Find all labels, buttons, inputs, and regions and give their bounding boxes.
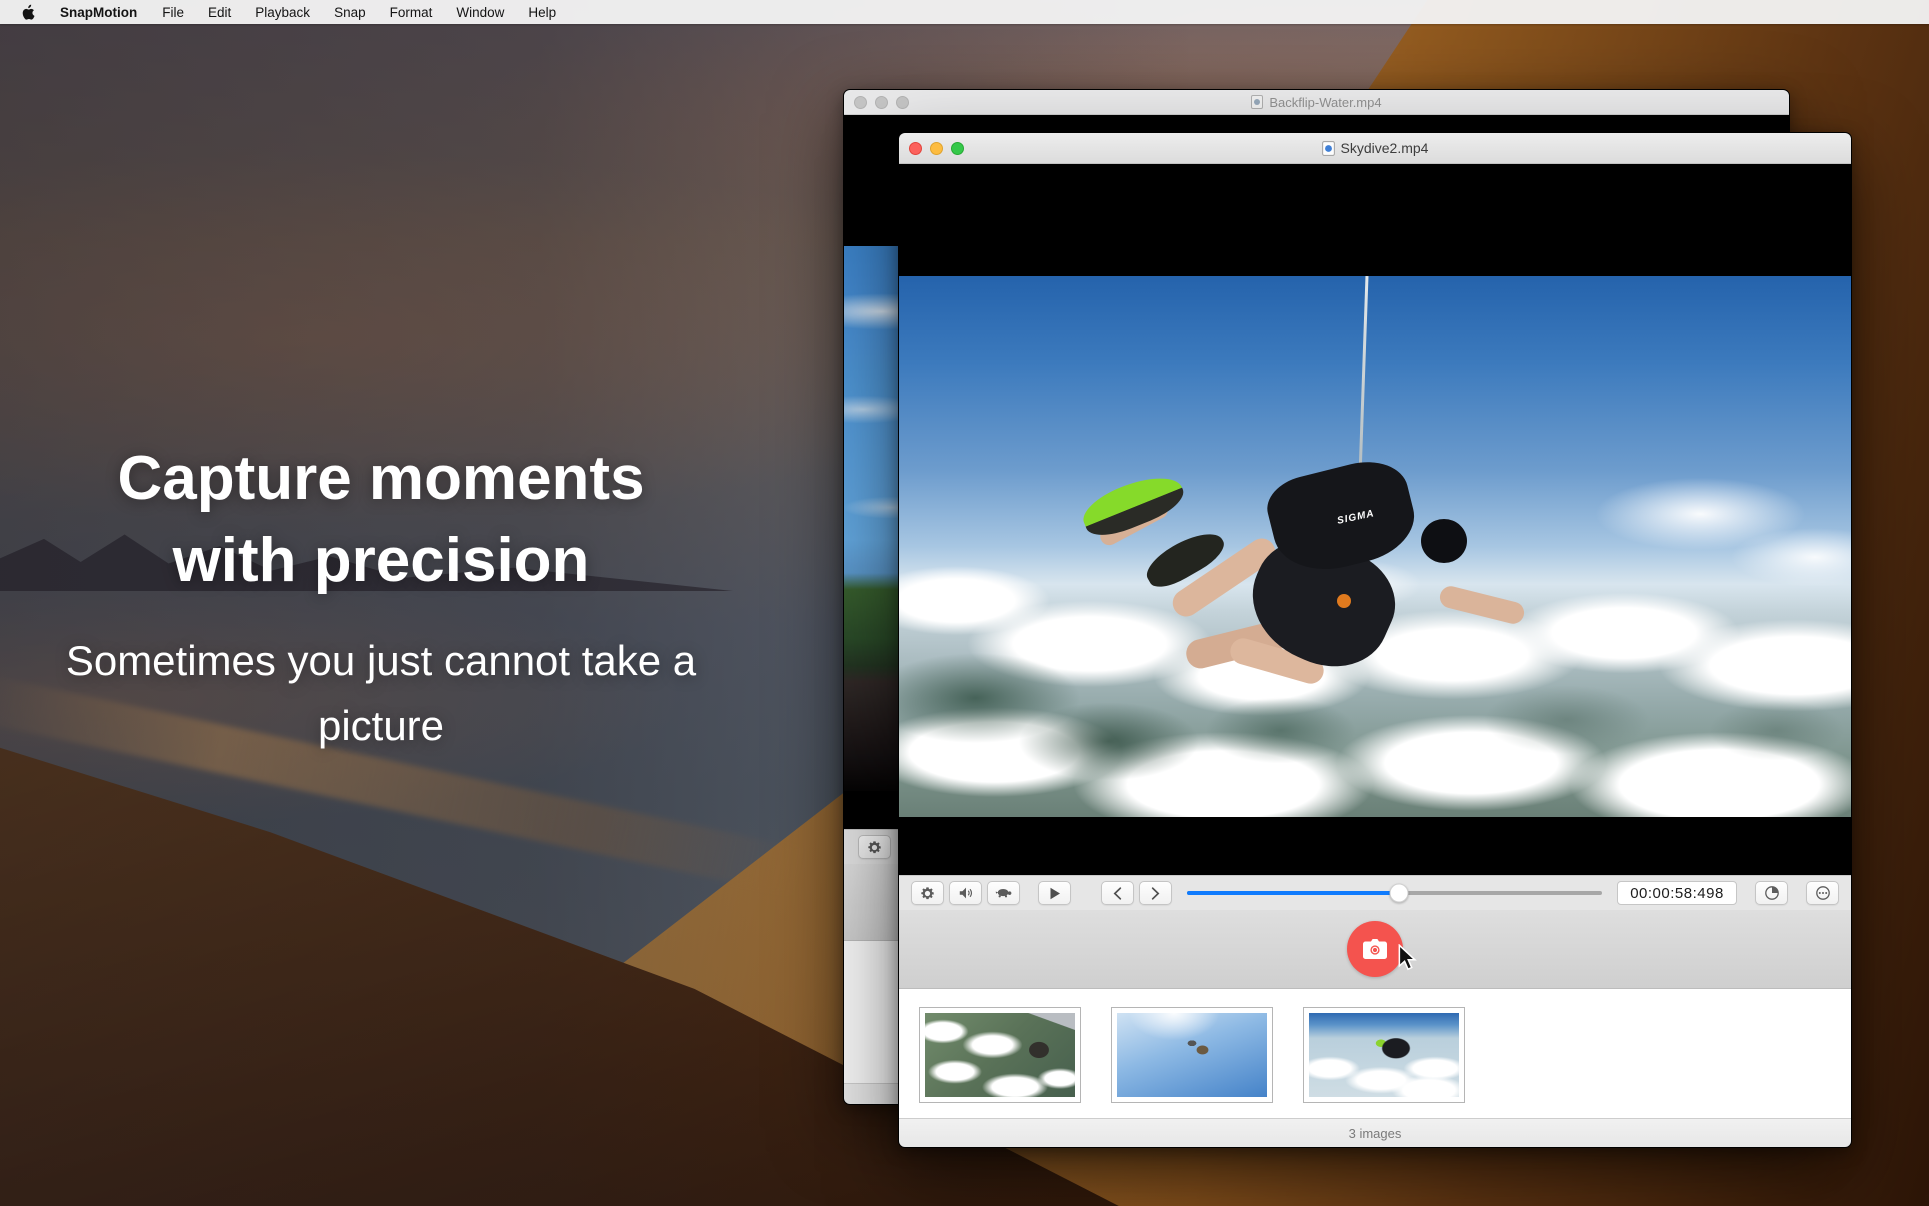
timecode-field[interactable]: 00:00:58:498 bbox=[1617, 881, 1737, 905]
thumbnail-2-image bbox=[1117, 1013, 1267, 1097]
close-button[interactable] bbox=[909, 142, 922, 155]
time-format-clock-button[interactable] bbox=[1755, 881, 1788, 905]
ripcord-handle bbox=[1337, 594, 1351, 608]
menu-item-edit[interactable]: Edit bbox=[196, 5, 243, 20]
desktop: SnapMotion File Edit Playback Snap Forma… bbox=[0, 0, 1929, 1206]
capture-area bbox=[899, 910, 1851, 989]
image-count-label: 3 images bbox=[1349, 1126, 1402, 1141]
thumbnail-3[interactable] bbox=[1303, 1007, 1465, 1103]
back-traffic-lights bbox=[854, 90, 909, 114]
previous-frame-button[interactable] bbox=[1101, 881, 1134, 905]
minimize-button[interactable] bbox=[875, 96, 888, 109]
slider-knob[interactable] bbox=[1389, 884, 1408, 903]
thumbnail-1-image bbox=[925, 1013, 1075, 1097]
front-window-title-text: Skydive2.mp4 bbox=[1341, 140, 1429, 156]
playback-controls-bar: 00:00:58:498 bbox=[899, 875, 1851, 910]
hero-subtitle: Sometimes you just cannot take a picture bbox=[0, 628, 762, 758]
close-button[interactable] bbox=[854, 96, 867, 109]
hero-title: Capture moments with precision bbox=[0, 438, 762, 602]
mouse-cursor bbox=[1394, 944, 1420, 972]
timeline-slider[interactable] bbox=[1187, 881, 1602, 905]
apple-menu-icon[interactable] bbox=[0, 4, 47, 21]
front-traffic-lights bbox=[909, 133, 964, 163]
zoom-button[interactable] bbox=[951, 142, 964, 155]
menu-item-file[interactable]: File bbox=[150, 5, 196, 20]
back-window-title-text: Backflip-Water.mp4 bbox=[1269, 95, 1381, 110]
menu-item-snapmotion[interactable]: SnapMotion bbox=[47, 5, 150, 20]
minimize-button[interactable] bbox=[930, 142, 943, 155]
zoom-button[interactable] bbox=[896, 96, 909, 109]
menu-item-snap[interactable]: Snap bbox=[322, 5, 378, 20]
video-still: SIGMA bbox=[899, 276, 1851, 817]
next-frame-button[interactable] bbox=[1139, 881, 1172, 905]
back-window-title: Backflip-Water.mp4 bbox=[1251, 95, 1381, 110]
menu-item-playback[interactable]: Playback bbox=[243, 5, 322, 20]
window-skydive2: Skydive2.mp4 SIGMA bbox=[898, 132, 1852, 1148]
menu-bar: SnapMotion File Edit Playback Snap Forma… bbox=[0, 0, 1929, 24]
play-button[interactable] bbox=[1038, 881, 1071, 905]
menu-item-format[interactable]: Format bbox=[378, 5, 445, 20]
hero-text-block: Capture moments with precision Sometimes… bbox=[0, 438, 762, 758]
video-frame: SIGMA bbox=[899, 164, 1851, 875]
menu-item-help[interactable]: Help bbox=[516, 5, 568, 20]
thumbnail-1[interactable] bbox=[919, 1007, 1081, 1103]
thumbnail-2[interactable] bbox=[1111, 1007, 1273, 1103]
volume-button[interactable] bbox=[949, 881, 982, 905]
skydiver-helmet bbox=[1421, 519, 1467, 563]
back-window-titlebar[interactable]: Backflip-Water.mp4 bbox=[844, 90, 1789, 115]
more-options-button[interactable] bbox=[1806, 881, 1839, 905]
snapshot-thumbnails-strip bbox=[899, 989, 1851, 1118]
image-count-footer: 3 images bbox=[899, 1118, 1851, 1147]
slider-progress-fill bbox=[1187, 891, 1399, 895]
settings-button[interactable] bbox=[858, 835, 891, 859]
front-window-titlebar[interactable]: Skydive2.mp4 bbox=[899, 133, 1851, 164]
front-window-title: Skydive2.mp4 bbox=[1322, 140, 1429, 156]
thumbnail-3-image bbox=[1309, 1013, 1459, 1097]
menu-item-window[interactable]: Window bbox=[444, 5, 516, 20]
settings-button[interactable] bbox=[911, 881, 944, 905]
slow-motion-turtle-button[interactable] bbox=[987, 881, 1020, 905]
